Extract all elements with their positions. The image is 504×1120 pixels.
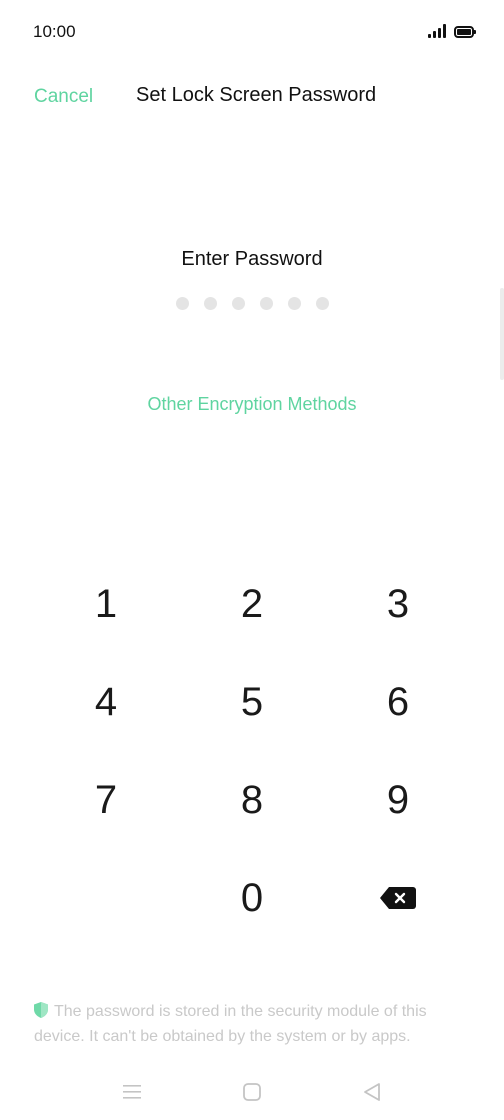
home-icon[interactable] — [240, 1080, 264, 1104]
other-encryption-methods-link[interactable]: Other Encryption Methods — [0, 394, 504, 415]
security-note-text: The password is stored in the security m… — [34, 1003, 427, 1045]
cancel-button[interactable]: Cancel — [34, 86, 93, 108]
password-dots — [0, 297, 504, 310]
back-icon[interactable] — [360, 1080, 384, 1104]
shield-icon — [34, 1002, 48, 1025]
keypad-key-4[interactable]: 4 — [33, 653, 179, 751]
password-dot — [315, 297, 329, 310]
keypad-key-5[interactable]: 5 — [179, 653, 325, 751]
signal-icon — [428, 24, 446, 38]
status-time: 10:00 — [33, 22, 76, 41]
backspace-icon[interactable] — [325, 849, 471, 947]
password-dot — [175, 297, 189, 310]
scroll-indicator — [500, 288, 504, 380]
keypad-key-2[interactable]: 2 — [179, 555, 325, 653]
password-prompt: Enter Password — [181, 248, 323, 270]
keypad-key-9[interactable]: 9 — [325, 751, 471, 849]
keypad-key-0[interactable]: 0 — [179, 849, 325, 947]
status-bar: 10:00 — [0, 0, 504, 66]
password-dot — [231, 297, 245, 310]
header: Cancel Set Lock Screen Password — [0, 72, 504, 122]
number-keypad: 123 456 7890 — [33, 555, 471, 947]
status-icons — [428, 24, 476, 38]
security-note: The password is stored in the security m… — [34, 1000, 474, 1048]
keypad-empty-slot — [33, 849, 179, 947]
keypad-key-7[interactable]: 7 — [33, 751, 179, 849]
keypad-key-3[interactable]: 3 — [325, 555, 471, 653]
navigation-bar — [0, 1062, 504, 1120]
keypad-key-1[interactable]: 1 — [33, 555, 179, 653]
password-dot — [287, 297, 301, 310]
password-dot — [203, 297, 217, 310]
keypad-key-8[interactable]: 8 — [179, 751, 325, 849]
page-title: Set Lock Screen Password — [136, 84, 377, 106]
battery-icon — [454, 26, 476, 38]
menu-icon[interactable] — [120, 1080, 144, 1104]
keypad-key-6[interactable]: 6 — [325, 653, 471, 751]
password-dot — [259, 297, 273, 310]
